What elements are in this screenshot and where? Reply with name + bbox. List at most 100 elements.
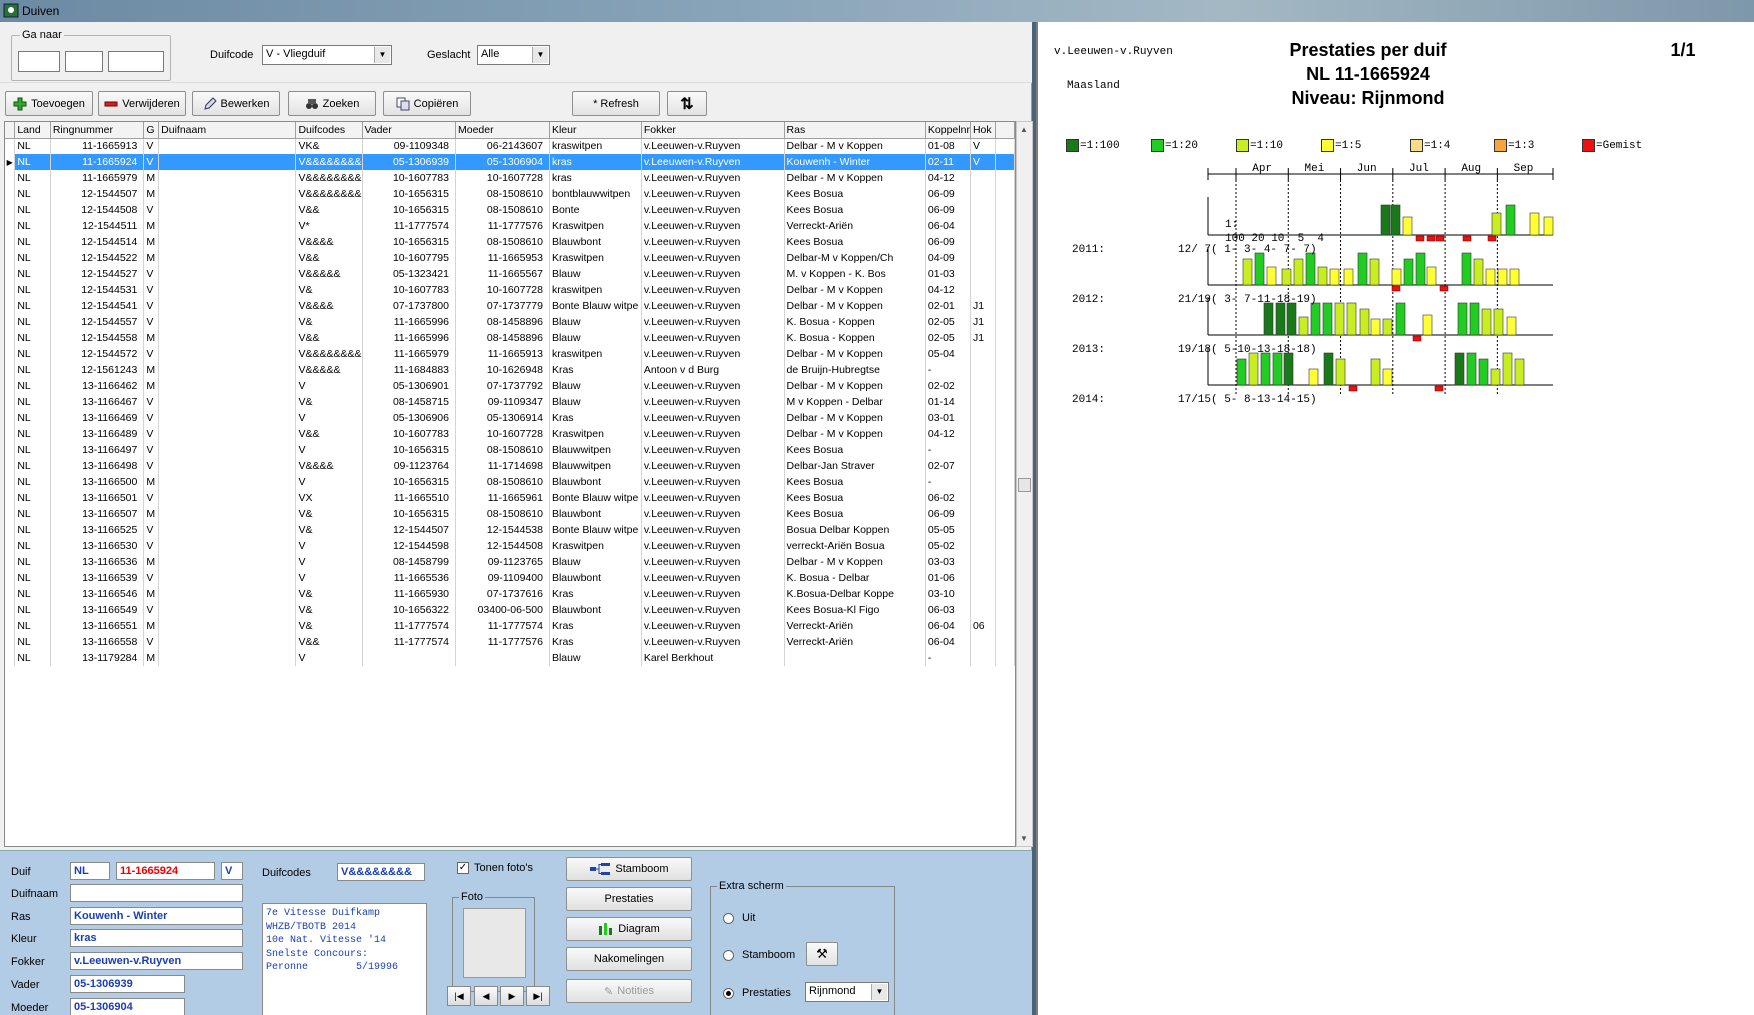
- table-cell[interactable]: 13-1166489: [50, 426, 145, 442]
- table-row[interactable]: NL 13-1166462 M V 05-1306901 07-1737792 Blauw v…: [5, 378, 1015, 394]
- table-cell[interactable]: Kees Bosua-Kl Figo: [784, 602, 926, 618]
- table-cell[interactable]: Delbar - M v Koppen: [784, 346, 926, 362]
- table-cell[interactable]: v.Leeuwen-v.Ruyven: [641, 554, 785, 570]
- table-cell[interactable]: 11-1714698: [455, 458, 550, 474]
- table-cell[interactable]: [158, 186, 297, 202]
- table-row[interactable]: ▶ NL 11-1665924 V V&&&&&&&& 05-1306939 05-1306…: [5, 154, 1015, 170]
- table-cell[interactable]: v.Leeuwen-v.Ruyven: [641, 138, 785, 154]
- scroll-down-icon[interactable]: ▼: [1020, 834, 1028, 843]
- table-cell[interactable]: Blauwbont: [549, 602, 642, 618]
- table-cell[interactable]: v.Leeuwen-v.Ruyven: [641, 330, 785, 346]
- table-cell[interactable]: [158, 586, 297, 602]
- table-cell[interactable]: NL: [14, 394, 51, 410]
- table-cell[interactable]: 06-09: [925, 234, 971, 250]
- table-row[interactable]: NL 12-1544522 M V&& 10-1607795 11-1665953 Kras…: [5, 250, 1015, 266]
- table-cell[interactable]: NL: [14, 634, 51, 650]
- table-cell[interactable]: [970, 522, 996, 538]
- table-cell[interactable]: Kraswitpen: [549, 218, 642, 234]
- table-cell[interactable]: 08-1458799: [362, 554, 456, 570]
- table-cell[interactable]: J1: [970, 330, 996, 346]
- table-cell[interactable]: [970, 394, 996, 410]
- table-cell[interactable]: v.Leeuwen-v.Ruyven: [641, 202, 785, 218]
- table-cell[interactable]: Blauw: [549, 554, 642, 570]
- table-cell[interactable]: NL: [14, 298, 51, 314]
- table-cell[interactable]: 08-1508610: [455, 506, 550, 522]
- table-cell[interactable]: [158, 202, 297, 218]
- table-cell[interactable]: V&&: [295, 202, 363, 218]
- table-cell[interactable]: V&&&&&&&&: [295, 170, 363, 186]
- table-cell[interactable]: M v Koppen - Delbar: [784, 394, 926, 410]
- table-cell[interactable]: 10-1656315: [362, 506, 456, 522]
- table-cell[interactable]: 07-1737616: [455, 586, 550, 602]
- table-cell[interactable]: v.Leeuwen-v.Ruyven: [641, 154, 785, 170]
- table-cell[interactable]: 07-1737779: [455, 298, 550, 314]
- table-cell[interactable]: 11-1665510: [362, 490, 456, 506]
- table-cell[interactable]: NL: [14, 554, 51, 570]
- table-cell[interactable]: V: [143, 458, 160, 474]
- scrollbar-thumb[interactable]: [1018, 478, 1031, 492]
- table-cell[interactable]: v.Leeuwen-v.Ruyven: [641, 234, 785, 250]
- table-cell[interactable]: v.Leeuwen-v.Ruyven: [641, 282, 785, 298]
- table-cell[interactable]: 04-12: [925, 170, 971, 186]
- table-cell[interactable]: 12-1544572: [50, 346, 145, 362]
- table-cell[interactable]: Bosua Delbar Koppen: [784, 522, 926, 538]
- table-row[interactable]: NL 13-1166469 V V 05-1306906 05-1306914 Kras v.…: [5, 410, 1015, 426]
- table-cell[interactable]: V: [143, 490, 160, 506]
- table-cell[interactable]: NL: [14, 282, 51, 298]
- scroll-up-icon[interactable]: ▲: [1020, 125, 1028, 134]
- table-cell[interactable]: V&&&&: [295, 298, 363, 314]
- table-cell[interactable]: 10-1607728: [455, 170, 550, 186]
- table-cell[interactable]: [158, 234, 297, 250]
- table-cell[interactable]: V&: [295, 394, 363, 410]
- table-cell[interactable]: V&&: [295, 634, 363, 650]
- table-cell[interactable]: Kras: [549, 618, 642, 634]
- table-cell[interactable]: [970, 378, 996, 394]
- table-cell[interactable]: 08-1458896: [455, 314, 550, 330]
- table-cell[interactable]: 04-12: [925, 282, 971, 298]
- table-cell[interactable]: 09-1109348: [362, 138, 456, 154]
- table-cell[interactable]: NL: [14, 138, 51, 154]
- table-cell[interactable]: [970, 650, 996, 666]
- table-cell[interactable]: Blauw: [549, 266, 642, 282]
- table-cell[interactable]: V&: [295, 314, 363, 330]
- table-cell[interactable]: Kees Bosua: [784, 442, 926, 458]
- table-cell[interactable]: [158, 314, 297, 330]
- table-cell[interactable]: V: [143, 394, 160, 410]
- table-cell[interactable]: Kees Bosua: [784, 474, 926, 490]
- table-cell[interactable]: V: [143, 410, 160, 426]
- table-cell[interactable]: 12-1561243: [50, 362, 145, 378]
- table-cell[interactable]: [970, 586, 996, 602]
- table-cell[interactable]: [362, 650, 456, 666]
- table-cell[interactable]: 03400-06-500: [455, 602, 550, 618]
- table-cell[interactable]: Kraswitpen: [549, 538, 642, 554]
- ga-naar-number-input[interactable]: [108, 51, 164, 72]
- table-cell[interactable]: M: [143, 474, 160, 490]
- table-cell[interactable]: 05-1306901: [362, 378, 456, 394]
- table-cell[interactable]: [970, 426, 996, 442]
- table-cell[interactable]: M. v Koppen - K. Bos: [784, 266, 926, 282]
- table-cell[interactable]: NL: [14, 378, 51, 394]
- nakomelingen-button[interactable]: Nakomelingen: [566, 947, 692, 971]
- table-cell[interactable]: [158, 538, 297, 554]
- table-cell[interactable]: 13-1166551: [50, 618, 145, 634]
- table-cell[interactable]: v.Leeuwen-v.Ruyven: [641, 474, 785, 490]
- table-cell[interactable]: Blauwbont: [549, 506, 642, 522]
- table-cell[interactable]: Blauw: [549, 330, 642, 346]
- table-cell[interactable]: 03-03: [925, 554, 971, 570]
- table-cell[interactable]: 12-1544531: [50, 282, 145, 298]
- table-cell[interactable]: 05-1306906: [362, 410, 456, 426]
- table-cell[interactable]: [970, 506, 996, 522]
- table-cell[interactable]: M: [143, 186, 160, 202]
- table-cell[interactable]: M: [143, 554, 160, 570]
- table-cell[interactable]: 12-1544598: [362, 538, 456, 554]
- table-cell[interactable]: NL: [14, 330, 51, 346]
- table-cell[interactable]: V: [143, 442, 160, 458]
- table-cell[interactable]: V: [143, 426, 160, 442]
- table-row[interactable]: NL 13-1166489 V V&& 10-1607783 10-1607728 Kras…: [5, 426, 1015, 442]
- prestaties-button[interactable]: Prestaties: [566, 887, 692, 911]
- table-cell[interactable]: 11-1665996: [362, 314, 456, 330]
- table-cell[interactable]: Delbar - M v Koppen: [784, 170, 926, 186]
- table-cell[interactable]: [158, 474, 297, 490]
- table-cell[interactable]: v.Leeuwen-v.Ruyven: [641, 602, 785, 618]
- table-cell[interactable]: [158, 426, 297, 442]
